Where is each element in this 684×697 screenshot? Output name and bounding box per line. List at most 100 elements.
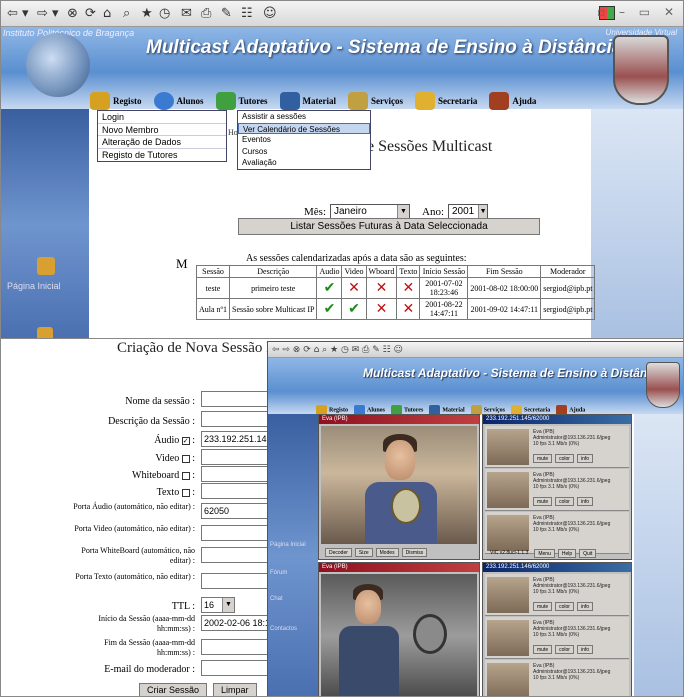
dropdown-item-avaliacao[interactable]: Avaliação <box>238 157 370 169</box>
participant-row[interactable]: Eva (IPB) Administrator@193.136.231.6/jpe… <box>485 660 629 696</box>
participant-thumbnail[interactable] <box>487 663 529 696</box>
favorites-icon[interactable]: ★ <box>141 5 153 22</box>
mute-toggle[interactable]: mute <box>533 497 553 506</box>
inner-sidebar-home[interactable]: Página Inicial <box>270 542 306 548</box>
audio-address-input[interactable]: 233.192.251.145 <box>201 431 271 447</box>
menu-registo[interactable]: Registo <box>86 92 146 110</box>
fim-input[interactable] <box>201 639 271 655</box>
dropdown-item-assistir[interactable]: Assistir a sessões <box>238 111 370 123</box>
dropdown-item-calendario[interactable]: Ver Calendário de Sessões <box>238 122 370 134</box>
participant-row[interactable]: Eva (IPB) Administrator@193.136.231.6/jpe… <box>485 469 629 511</box>
ttl-select[interactable]: 16 ▼ <box>201 597 235 613</box>
participant-thumbnail[interactable] <box>487 429 529 465</box>
size-button[interactable]: Size <box>354 548 373 557</box>
menu-material[interactable]: Material <box>276 92 340 110</box>
video-window-1[interactable]: Eva (IPB) Decoder Size Modes Dismiss <box>318 414 480 560</box>
participant-row[interactable]: Eva (IPB) Administrator@193.136.231.6/jpe… <box>485 426 629 468</box>
menu-servicos[interactable]: Serviços <box>344 92 407 110</box>
email-input[interactable] <box>201 660 271 676</box>
vic-help-button[interactable]: Help <box>557 549 577 558</box>
color-toggle[interactable]: color <box>555 602 574 611</box>
participant-stats: 10 fps 3.1 Mb/s (0%) <box>533 441 580 447</box>
inner-sidebar-contactos[interactable]: Contactos <box>270 626 297 632</box>
dropdown-item-novo-membro[interactable]: Novo Membro <box>98 124 226 136</box>
stop-icon[interactable]: ⊗ <box>67 5 78 22</box>
messenger-icon[interactable]: ☺ <box>263 5 277 22</box>
menu-ajuda[interactable]: Ajuda <box>485 92 540 110</box>
dismiss-button[interactable]: Dismiss <box>401 548 428 557</box>
mute-toggle[interactable]: mute <box>533 645 553 654</box>
menu-secretaria[interactable]: Secretaria <box>411 92 481 110</box>
forward-icon[interactable]: ⇨ ▾ <box>37 5 59 22</box>
refresh-icon[interactable]: ⟳ <box>85 5 96 22</box>
month-select[interactable]: Janeiro ▼ <box>330 204 410 219</box>
color-toggle[interactable]: color <box>555 454 574 463</box>
inner-sidebar-forum[interactable]: Fórum <box>270 570 287 576</box>
decoder-button[interactable]: Decoder <box>325 548 352 557</box>
create-session-button[interactable]: Criar Sessão <box>139 683 208 696</box>
inner-sidebar-chat[interactable]: Chat <box>270 596 283 602</box>
dropdown-item-login[interactable]: Login <box>98 111 226 124</box>
texto-checkbox[interactable] <box>181 488 190 497</box>
menu-alunos[interactable]: Alunos <box>150 92 208 110</box>
participant-row[interactable]: Eva (IPB) Administrator@193.136.231.6/jpe… <box>485 512 629 554</box>
video-window-2[interactable]: Eva (IPB) <box>318 562 480 696</box>
participant-row[interactable]: Eva (IPB) Administrator@193.136.231.6/jpe… <box>485 617 629 659</box>
descricao-input[interactable] <box>201 411 271 427</box>
vic-panel-1[interactable]: 233.192.251.145/62000 Eva (IPB) Administr… <box>482 414 632 560</box>
participant-row[interactable]: Eva (IPB) Administrator@193.136.231.6/jpe… <box>485 574 629 616</box>
video-address-input[interactable] <box>201 449 271 465</box>
menu-tutores[interactable]: Tutores <box>212 92 272 110</box>
list-sessions-button[interactable]: Listar Sessões Futuras à Data Selecciona… <box>238 218 540 235</box>
table-row[interactable]: teste primeiro teste ✔ ✕ ✕ ✕ 2001-07-02 … <box>195 277 596 299</box>
crest-logo-icon <box>613 35 669 105</box>
video-checkbox[interactable] <box>181 454 190 463</box>
home-page-icon[interactable] <box>37 257 55 275</box>
participant-thumbnail[interactable] <box>487 472 529 508</box>
table-row[interactable]: Aula nº1 Sessão sobre Multicast IP ✔ ✔ ✕… <box>195 298 596 320</box>
info-button[interactable]: info <box>576 645 594 654</box>
info-button[interactable]: info <box>576 454 594 463</box>
history-icon[interactable]: ◷ <box>159 5 170 22</box>
vic-panel-2[interactable]: 233.192.251.146/62000 Eva (IPB) Administr… <box>482 562 632 696</box>
mail-icon[interactable]: ✉ <box>181 5 192 22</box>
nome-input[interactable] <box>201 391 271 407</box>
whiteboard-address-input[interactable] <box>201 466 271 482</box>
window-controls[interactable]: ▫ – ▭ ✕ <box>597 5 679 19</box>
mute-toggle[interactable]: mute <box>533 454 553 463</box>
dropdown-item-alteracao[interactable]: Alteração de Dados <box>98 136 226 149</box>
year-select[interactable]: 2001 ▼ <box>448 204 488 219</box>
search-icon[interactable]: ⌕ <box>123 5 130 22</box>
porta-wb-input[interactable] <box>201 547 271 563</box>
porta-audio-input[interactable]: 62050 <box>201 503 271 519</box>
vic-menu-button[interactable]: Menu <box>534 549 555 558</box>
home-icon[interactable]: ⌂ <box>103 5 111 22</box>
sidebar-home-label[interactable]: Página Inicial <box>7 281 61 291</box>
whiteboard-checkbox[interactable] <box>181 471 190 480</box>
info-button[interactable]: info <box>576 497 594 506</box>
cell-descricao: primeiro teste <box>229 277 318 299</box>
audio-checkbox[interactable]: ✓ <box>181 436 190 445</box>
mute-toggle[interactable]: mute <box>533 602 553 611</box>
inicio-input[interactable]: 2002-02-06 18:16 <box>201 615 271 631</box>
participant-thumbnail[interactable] <box>487 515 529 551</box>
porta-video-input[interactable] <box>201 525 271 541</box>
color-toggle[interactable]: color <box>555 497 574 506</box>
color-toggle[interactable]: color <box>555 645 574 654</box>
participant-thumbnail[interactable] <box>487 620 529 656</box>
texto-address-input[interactable] <box>201 483 271 499</box>
cell-moderador: sergiod@ipb.pt <box>540 277 596 299</box>
back-icon[interactable]: ⇦ ▾ <box>7 5 29 22</box>
dropdown-item-registo-tutores[interactable]: Registo de Tutores <box>98 149 226 162</box>
edit-icon[interactable]: ✎ <box>221 5 232 22</box>
modes-button[interactable]: Modes <box>375 548 399 557</box>
participant-thumbnail[interactable] <box>487 577 529 613</box>
reset-button[interactable]: Limpar <box>213 683 257 696</box>
porta-texto-input[interactable] <box>201 573 271 589</box>
print-icon[interactable]: ⎙ <box>201 5 211 22</box>
dropdown-item-cursos[interactable]: Cursos <box>238 146 370 158</box>
discuss-icon[interactable]: ☷ <box>241 5 253 22</box>
info-button[interactable]: info <box>576 602 594 611</box>
vic-quit-button[interactable]: Quit <box>579 549 597 558</box>
dropdown-item-eventos[interactable]: Eventos <box>238 134 370 146</box>
